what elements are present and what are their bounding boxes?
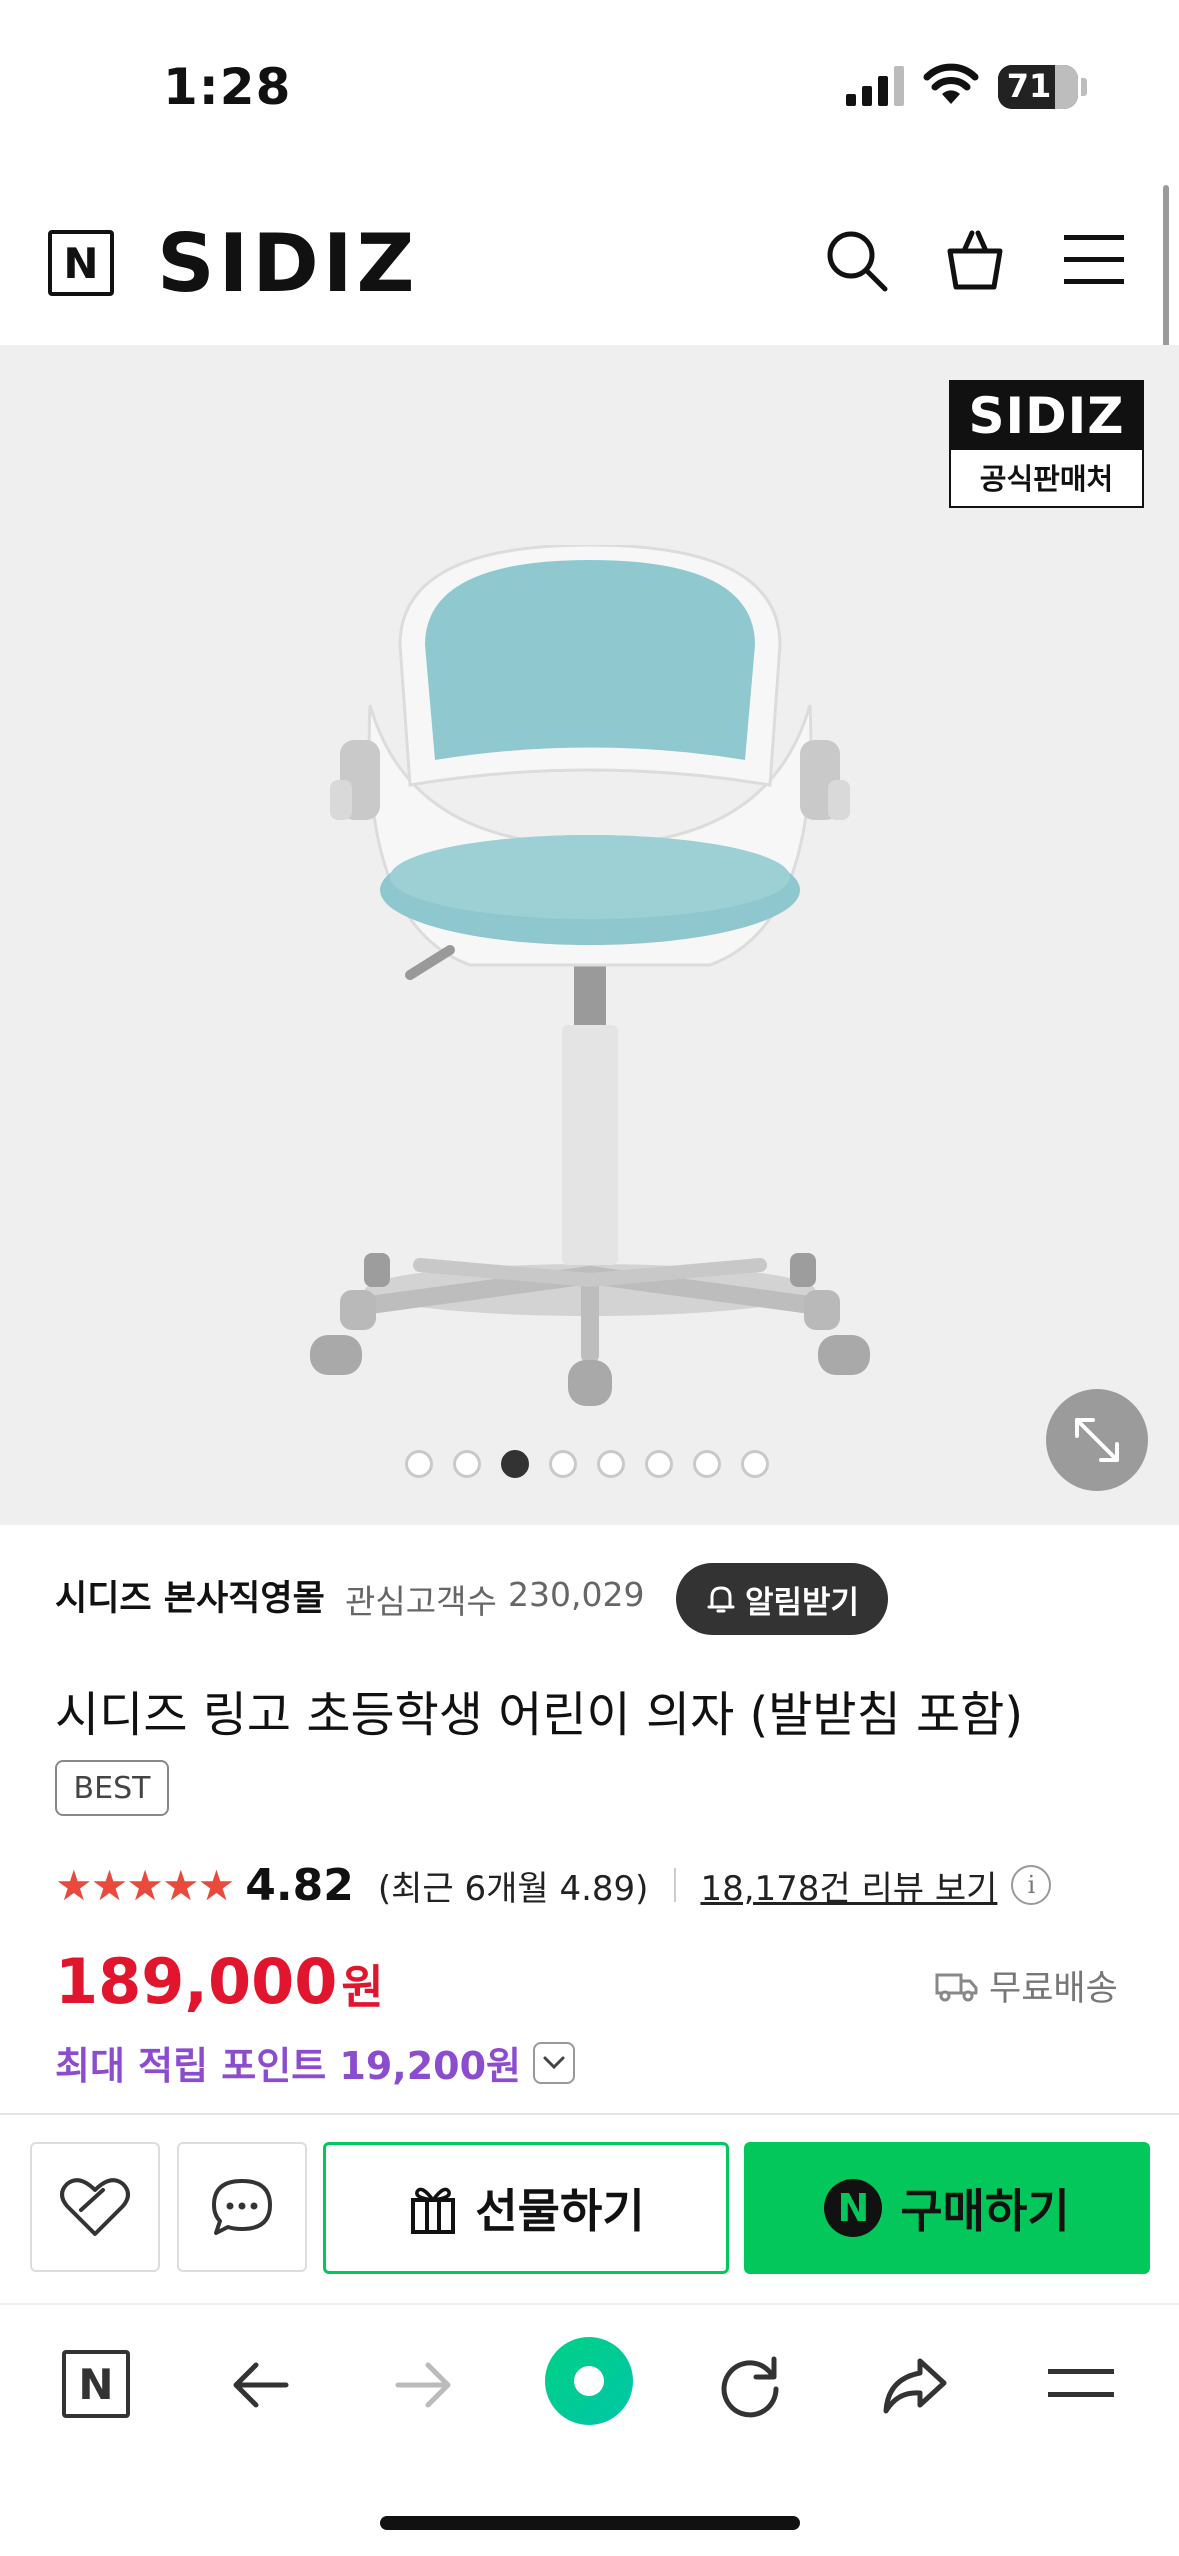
- official-badge-label: 공식판매처: [979, 462, 1114, 496]
- points-label: 최대 적립 포인트 19,200원: [55, 2044, 522, 2088]
- home-indicator[interactable]: [380, 2516, 800, 2530]
- status-bar: 1:28 71: [0, 0, 1179, 175]
- truck-icon: [935, 1973, 978, 2001]
- search-icon[interactable]: [823, 227, 889, 293]
- official-seller-badge: SIDIZ 공식판매처: [949, 380, 1144, 508]
- reward-points[interactable]: 최대 적립 포인트 19,200원: [55, 2035, 576, 2090]
- subscribe-alert-button[interactable]: 알림받기: [676, 1563, 888, 1635]
- carousel-dot[interactable]: [597, 1450, 625, 1478]
- back-arrow-icon[interactable]: [228, 2353, 292, 2417]
- expand-icon: [1075, 1418, 1119, 1462]
- refresh-icon[interactable]: [718, 2353, 784, 2419]
- gift-icon: [411, 2187, 456, 2234]
- product-chair-image: [310, 545, 870, 1406]
- battery-tip: [1081, 78, 1087, 96]
- carousel-dot[interactable]: [453, 1450, 481, 1478]
- naver-home-button[interactable]: N: [62, 2350, 130, 2418]
- chat-inquiry-button[interactable]: [177, 2142, 307, 2272]
- site-header: N SIDIZ: [0, 175, 1179, 345]
- carousel-dot[interactable]: [645, 1450, 673, 1478]
- menu-icon[interactable]: [1064, 233, 1124, 285]
- rating-row: ★★★★★ 4.82 (최근 6개월 4.89) 18,178건 리뷰 보기 i: [55, 1859, 1052, 1911]
- carousel-dot[interactable]: [405, 1450, 433, 1478]
- expand-image-button[interactable]: [1046, 1389, 1148, 1491]
- carousel-dot[interactable]: [549, 1450, 577, 1478]
- gift-button-label: 선물하기: [475, 2184, 645, 2238]
- star-rating-icon: ★★★★★: [55, 1860, 235, 1910]
- green-dot-icon[interactable]: [543, 2335, 635, 2427]
- price-unit: 원: [341, 1960, 384, 2014]
- purchase-action-bar: 선물하기 N 구매하기: [0, 2113, 1179, 2303]
- heart-icon: [60, 2178, 130, 2236]
- buy-button[interactable]: N 구매하기: [744, 2142, 1150, 2274]
- carousel-pagination: [405, 1450, 769, 1478]
- battery-level: 71: [1006, 67, 1052, 105]
- naver-logo-button[interactable]: N: [48, 230, 114, 296]
- carousel-dot[interactable]: [693, 1450, 721, 1478]
- recent-rating: (최근 6개월 4.89): [377, 1868, 649, 1909]
- menu-icon[interactable]: [1048, 2363, 1114, 2403]
- share-icon[interactable]: [880, 2353, 950, 2417]
- product-title: 시디즈 링고 초등학생 어린이 의자 (발받침 포함): [55, 1687, 1024, 1743]
- gift-button[interactable]: 선물하기: [323, 2142, 729, 2274]
- status-time: 1:28: [163, 58, 292, 116]
- followers-count: 230,029: [508, 1575, 645, 1614]
- naver-pay-icon: N: [824, 2179, 883, 2237]
- shipping-info: 무료배송: [935, 1960, 1118, 2011]
- buy-button-label: 구매하기: [900, 2184, 1070, 2238]
- reviews-link[interactable]: 18,178건 리뷰 보기: [700, 1861, 997, 1910]
- brand-logo[interactable]: SIDIZ: [157, 217, 419, 310]
- wishlist-button[interactable]: [30, 2142, 160, 2272]
- bell-plus-icon: [707, 1586, 735, 1613]
- chat-bubble-icon: [212, 2179, 272, 2235]
- seller-name[interactable]: 시디즈 본사직영몰: [55, 1570, 325, 1621]
- official-badge-brand: SIDIZ: [951, 382, 1142, 450]
- carousel-dot[interactable]: [501, 1450, 529, 1478]
- followers-label: 관심고객수: [345, 1582, 497, 1621]
- forward-arrow-icon[interactable]: [392, 2353, 456, 2417]
- shipping-label: 무료배송: [989, 1969, 1118, 2009]
- shopping-bag-icon[interactable]: [944, 227, 1006, 293]
- subscribe-alert-label: 알림받기: [744, 1584, 860, 1621]
- carousel-dot[interactable]: [741, 1450, 769, 1478]
- cellular-signal-icon: [846, 66, 904, 106]
- best-badge: BEST: [55, 1760, 169, 1816]
- battery-icon: 71: [998, 65, 1078, 109]
- price: 189,000원: [55, 1945, 384, 2018]
- wifi-icon: [923, 63, 979, 104]
- chevron-down-icon[interactable]: [533, 2041, 576, 2084]
- info-icon[interactable]: i: [1011, 1865, 1052, 1905]
- product-image-carousel[interactable]: SIDIZ 공식판매처: [0, 345, 1179, 1525]
- rating-score: 4.82: [245, 1859, 354, 1911]
- price-value: 189,000: [55, 1945, 338, 2018]
- divider: [674, 1868, 677, 1902]
